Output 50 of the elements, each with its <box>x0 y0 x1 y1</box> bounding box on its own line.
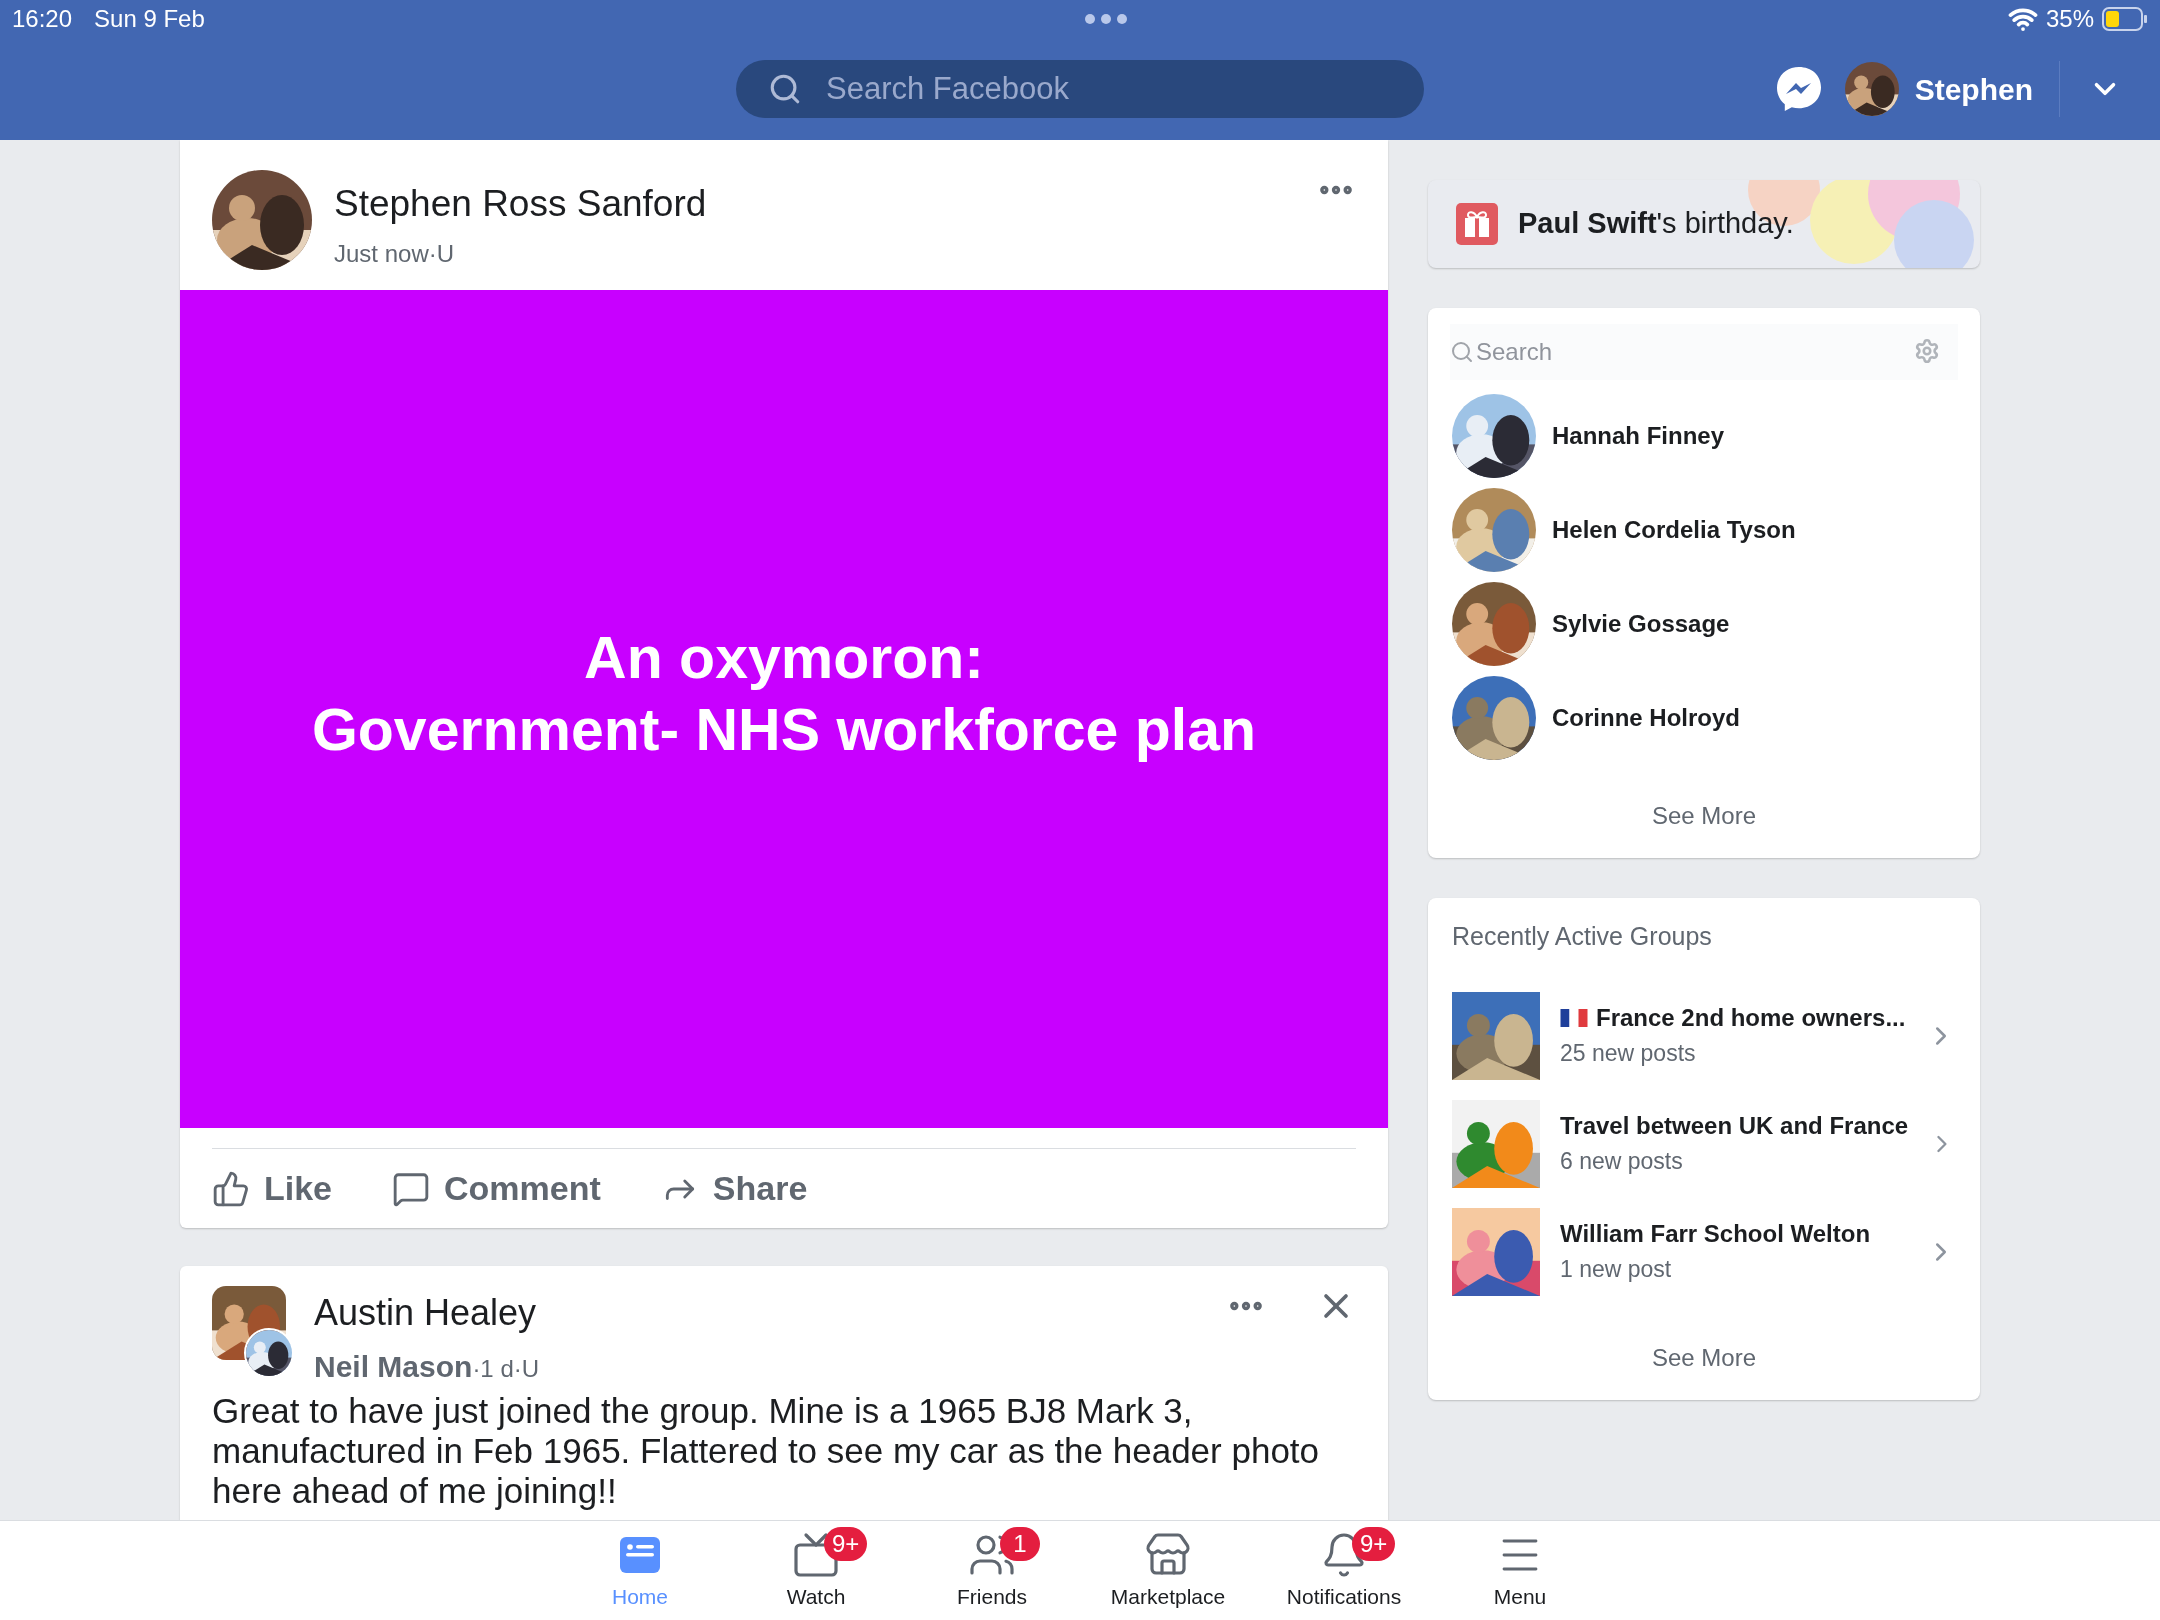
contact-name[interactable]: Helen Cordelia Tyson <box>1552 512 1796 548</box>
post-action-button[interactable]: Share <box>660 1163 808 1214</box>
nav-tab[interactable]: 1 Friends <box>904 1521 1080 1620</box>
post-action-button[interactable]: Comment <box>392 1163 601 1214</box>
status-date: Sun 9 Feb <box>94 4 205 34</box>
group-post-count: 25 new posts <box>1560 1039 1697 1069</box>
search-field[interactable]: Search Facebook <box>736 60 1424 118</box>
group-name[interactable]: Austin Healey <box>314 1286 1206 1340</box>
thumbs-up-icon <box>212 1169 250 1208</box>
banner-text: Government- NHS workforce plan <box>311 696 1257 765</box>
nav-tab[interactable]: Menu <box>1432 1521 1608 1620</box>
nav-tab[interactable]: Marketplace <box>1080 1521 1256 1620</box>
birthday-card[interactable]: Paul Swift's birthday. <box>1428 180 1980 268</box>
group-name: Travel between UK and France <box>1560 1111 1909 1142</box>
more-dots-icon <box>1084 13 1129 25</box>
gift-icon <box>1456 203 1498 245</box>
see-more-button[interactable]: See More <box>1651 1339 1757 1376</box>
see-more-button[interactable]: See More <box>1651 798 1757 834</box>
contact-name[interactable]: Sylvie Gossage <box>1552 606 1730 642</box>
post-text: Great to have just joined the group. Mine is a 1965 BJ8 Mark 3, manufactured in Feb 1965. Flattered to see my car as the header photo here ahead of me joining!! <box>211 1391 1321 1511</box>
notification-badge: 1 <box>1000 1527 1040 1561</box>
groups-title: Recently Active Groups <box>1451 921 1713 952</box>
notification-badge: 9+ <box>1352 1527 1396 1561</box>
group-name: William Farr School Welton <box>1560 1219 1871 1250</box>
group-post-count: 1 new post <box>1560 1255 1673 1285</box>
user-name[interactable]: Stephen <box>1914 66 2033 112</box>
battery-percent: 35% <box>2045 4 2094 34</box>
battery-icon <box>2102 7 2148 31</box>
group-item[interactable]: Travel between UK and France 6 new posts <box>1428 1099 1980 1188</box>
author-name[interactable]: Stephen Ross Sanford <box>334 176 1294 232</box>
birthday-text: Paul Swift's birthday. <box>1518 206 1794 242</box>
group-post-count: 6 new posts <box>1560 1147 1684 1177</box>
search-icon <box>768 72 802 106</box>
post-action-button[interactable]: Like <box>212 1163 333 1214</box>
group-item[interactable]: France 2nd home owners... 25 new posts <box>1428 991 1980 1080</box>
nav-tab[interactable]: 9+ Notifications <box>1256 1521 1432 1620</box>
search-icon <box>1450 340 1474 364</box>
messenger-icon[interactable] <box>1774 65 1823 113</box>
post-meta: Just now·U <box>334 238 456 269</box>
banner-text: An oxymoron: <box>584 624 984 693</box>
group-name: France 2nd home owners... <box>1596 1003 1906 1034</box>
contacts-search-field[interactable]: Search <box>1450 324 1958 380</box>
post-meta: ·1 d·U <box>472 1354 540 1384</box>
contact-name[interactable]: Corinne Holroyd <box>1552 700 1740 736</box>
status-time: 16:20 <box>12 4 73 34</box>
contact-name[interactable]: Hannah Finney <box>1552 418 1725 454</box>
nav-tab[interactable]: 9+ Watch <box>728 1521 904 1620</box>
poster-name[interactable]: Neil Mason <box>314 1344 473 1389</box>
group-item[interactable]: William Farr School Welton 1 new post <box>1428 1207 1980 1296</box>
notification-badge: 9+ <box>824 1527 868 1561</box>
